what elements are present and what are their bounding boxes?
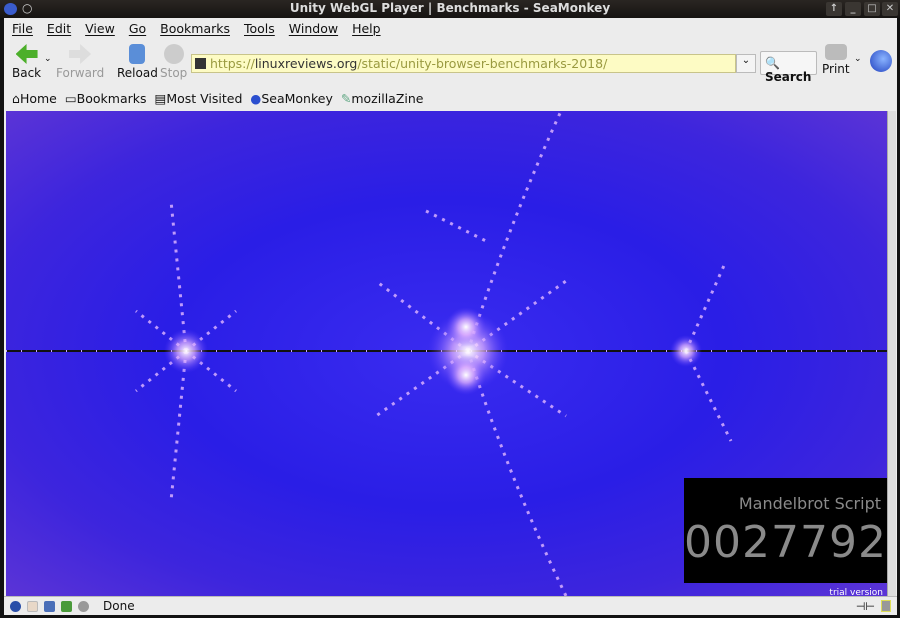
url-path: /static/unity-browser-benchmarks-2018/ (357, 56, 608, 71)
mail-icon[interactable] (27, 600, 38, 612)
navigation-toolbar: Back ⌄ Forward Reload Stop https://linux… (4, 40, 897, 86)
back-history-dropdown[interactable]: ⌄ (44, 54, 52, 64)
url-scheme: https:// (210, 56, 255, 71)
benchmark-overlay: Mandelbrot Script 0027792 (684, 478, 887, 583)
maximize-button[interactable]: □ (864, 2, 880, 16)
window-title: Unity WebGL Player | Benchmarks - SeaMon… (289, 1, 611, 15)
benchmark-score: 0027792 (684, 517, 887, 568)
menu-help[interactable]: Help (344, 18, 387, 40)
back-arrow-icon (15, 44, 38, 64)
bookmark-mozillazine[interactable]: ✎mozillaZine (341, 91, 424, 106)
keep-above-button[interactable]: ↑ (826, 2, 842, 16)
print-button[interactable]: Print (822, 44, 850, 76)
bookmark-label: Most Visited (166, 90, 243, 106)
site-identity-icon (195, 58, 206, 69)
status-text: Done (103, 599, 135, 613)
reload-label: Reload (117, 66, 158, 80)
bookmark-most-visited[interactable]: ▤Most Visited (155, 91, 243, 106)
reload-icon (129, 44, 146, 64)
seamonkey-throbber-icon (870, 50, 892, 72)
bookmark-label: Home (19, 90, 57, 106)
url-host: linuxreviews.org (254, 56, 358, 71)
forward-arrow-icon (69, 44, 92, 64)
status-bar: Done ⊣⊢ (4, 596, 897, 615)
bookmark-seamonkey[interactable]: ●SeaMonkey (250, 91, 332, 106)
back-button[interactable]: Back (12, 44, 41, 80)
search-icon: 🔍 (765, 56, 780, 70)
back-label: Back (12, 66, 42, 80)
unity-webgl-canvas[interactable]: Mandelbrot Script 0027792 trial version (6, 111, 887, 596)
bookmark-label: Bookmarks (76, 90, 147, 106)
menu-go[interactable]: Go (121, 18, 152, 40)
stop-label: Stop (160, 66, 188, 80)
url-bar[interactable]: https://linuxreviews.org/static/unity-br… (191, 54, 736, 73)
online-status-icon[interactable]: ⊣⊢ (856, 600, 875, 613)
stop-icon (163, 44, 184, 64)
minimize-button[interactable]: _ (845, 2, 861, 16)
print-label: Print (822, 62, 850, 76)
menu-edit[interactable]: Edit (39, 18, 77, 40)
close-button[interactable]: ✕ (882, 2, 898, 16)
security-lock-icon[interactable] (881, 600, 891, 612)
reload-button[interactable]: Reload (117, 44, 158, 80)
menu-window[interactable]: Window (281, 18, 344, 40)
vertical-scrollbar[interactable] (887, 111, 896, 596)
composer-icon[interactable] (44, 600, 55, 612)
bookmark-label: mozillaZine (351, 90, 424, 106)
menu-bar: File Edit View Go Bookmarks Tools Window… (4, 18, 897, 40)
addressbook-icon[interactable] (61, 600, 72, 612)
title-bar: ○ Unity WebGL Player | Benchmarks - SeaM… (0, 0, 900, 18)
bookmark-bookmarks[interactable]: ▭Bookmarks (65, 91, 147, 106)
trial-version-label: trial version (829, 588, 883, 596)
bookmark-label: SeaMonkey (261, 90, 333, 106)
benchmark-name: Mandelbrot Script (738, 494, 881, 513)
forward-button[interactable]: Forward (56, 44, 104, 80)
menu-bookmarks[interactable]: Bookmarks (152, 18, 236, 40)
print-dropdown[interactable]: ⌄ (854, 54, 862, 64)
navigator-icon[interactable] (10, 600, 21, 612)
bookmarks-toolbar: ⌂Home ▭Bookmarks ▤Most Visited ●SeaMonke… (4, 86, 897, 110)
menu-tools[interactable]: Tools (236, 18, 281, 40)
printer-icon (824, 44, 847, 60)
search-label: Search (765, 70, 812, 84)
browser-window: File Edit View Go Bookmarks Tools Window… (4, 18, 897, 615)
search-button[interactable]: 🔍Search (760, 51, 817, 84)
forward-label: Forward (56, 66, 105, 80)
menu-file[interactable]: File (4, 18, 39, 40)
bookmark-home[interactable]: ⌂Home (12, 91, 57, 106)
stop-button[interactable]: Stop (160, 44, 187, 80)
url-history-dropdown[interactable]: ⌄ (736, 54, 756, 73)
menu-view[interactable]: View (77, 18, 121, 40)
chatzilla-icon[interactable] (78, 600, 89, 612)
